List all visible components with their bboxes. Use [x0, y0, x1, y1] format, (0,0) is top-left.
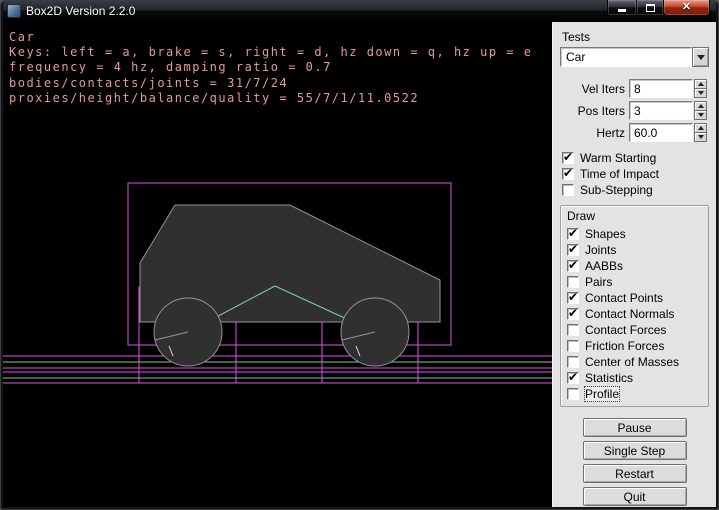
maximize-icon — [646, 4, 655, 12]
arrow-up-icon — [698, 126, 704, 130]
pos-iters-spinner-up[interactable] — [694, 101, 707, 111]
close-button[interactable]: ✕ — [664, 0, 710, 16]
vel-iters-spinner-down[interactable] — [694, 89, 707, 98]
app-window: Box2D Version 2.2.0 ✕ — [0, 0, 719, 510]
chevron-down-icon — [697, 55, 705, 60]
vel-iters-input[interactable] — [629, 79, 693, 98]
arrow-down-icon — [698, 113, 704, 117]
hertz-spinner-down[interactable] — [694, 133, 707, 142]
debug-text-proxies: proxies/height/balance/quality = 55/7/1/… — [9, 91, 419, 105]
checkbox-warm-starting[interactable]: Warm Starting — [562, 150, 709, 165]
physics-canvas[interactable]: Car Keys: left = a, brake = s, right = d… — [3, 22, 552, 507]
hertz-spinner-up[interactable] — [694, 123, 707, 133]
pos-iters-row: Pos Iters — [560, 101, 707, 120]
window-title: Box2D Version 2.2.0 — [26, 4, 135, 18]
app-icon — [7, 4, 21, 18]
checkbox-box[interactable] — [567, 388, 579, 400]
checkbox-box[interactable] — [567, 292, 579, 304]
test-select-value: Car — [560, 47, 692, 67]
checkbox-box[interactable] — [562, 184, 574, 196]
debug-text-counts: bodies/contacts/joints = 31/7/24 — [9, 76, 288, 90]
debug-text-title: Car — [9, 30, 35, 44]
pos-iters-input[interactable] — [629, 101, 693, 120]
hertz-spinner — [694, 123, 707, 142]
arrow-down-icon — [698, 91, 704, 95]
vel-iters-spinner-up[interactable] — [694, 79, 707, 89]
pause-button[interactable]: Pause — [583, 418, 687, 437]
checkbox-box[interactable] — [562, 152, 574, 164]
checkbox-label: Contact Forces — [585, 323, 666, 337]
checkbox-center-of-masses[interactable]: Center of Masses — [567, 354, 704, 369]
checkbox-time-of-impact[interactable]: Time of Impact — [562, 166, 709, 181]
checkbox-box[interactable] — [567, 244, 579, 256]
checkbox-box[interactable] — [567, 228, 579, 240]
client-area: Car Keys: left = a, brake = s, right = d… — [3, 22, 716, 507]
checkbox-label: Statistics — [585, 371, 633, 385]
arrow-up-icon — [698, 104, 704, 108]
hertz-row: Hertz — [560, 123, 707, 142]
button-stack: Pause Single Step Restart Quit — [560, 418, 709, 506]
checkbox-label: Sub-Stepping — [580, 183, 653, 197]
checkbox-label: Contact Points — [585, 291, 663, 305]
checkbox-contact-points[interactable]: Contact Points — [567, 290, 704, 305]
checkbox-profile[interactable]: Profile — [567, 386, 704, 401]
hertz-input[interactable] — [629, 123, 693, 142]
window-titlebar[interactable]: Box2D Version 2.2.0 ✕ — [3, 0, 716, 22]
close-icon: ✕ — [682, 2, 691, 13]
checkbox-shapes[interactable]: Shapes — [567, 226, 704, 241]
checkbox-box[interactable] — [567, 340, 579, 352]
arrow-up-icon — [698, 82, 704, 86]
draw-group-label: Draw — [567, 209, 704, 223]
pos-iters-label: Pos Iters — [571, 104, 625, 118]
checkbox-box[interactable] — [567, 260, 579, 272]
test-select[interactable]: Car — [560, 47, 709, 67]
checkbox-label: Friction Forces — [585, 339, 664, 353]
restart-button[interactable]: Restart — [583, 464, 687, 483]
checkbox-label: Shapes — [585, 227, 626, 241]
checkbox-box[interactable] — [567, 308, 579, 320]
checkbox-label: Profile — [585, 387, 619, 401]
checkbox-label: Contact Normals — [585, 307, 674, 321]
minimize-button[interactable] — [607, 0, 636, 16]
checkbox-contact-forces[interactable]: Contact Forces — [567, 322, 704, 337]
checkbox-pairs[interactable]: Pairs — [567, 274, 704, 289]
checkbox-label: Joints — [585, 243, 616, 257]
vel-iters-row: Vel Iters — [560, 79, 707, 98]
minimize-icon — [618, 9, 626, 12]
checkbox-box[interactable] — [567, 276, 579, 288]
vel-iters-spinner — [694, 79, 707, 98]
checkbox-friction-forces[interactable]: Friction Forces — [567, 338, 704, 353]
checkbox-label: Center of Masses — [585, 355, 679, 369]
vel-iters-label: Vel Iters — [571, 82, 625, 96]
checkbox-sub-stepping[interactable]: Sub-Stepping — [562, 182, 709, 197]
pos-iters-spinner-down[interactable] — [694, 111, 707, 120]
checkbox-aabbs[interactable]: AABBs — [567, 258, 704, 273]
checkbox-box[interactable] — [567, 356, 579, 368]
checkbox-label: Time of Impact — [580, 167, 659, 181]
quit-button[interactable]: Quit — [583, 487, 687, 506]
maximize-button[interactable] — [636, 0, 664, 16]
window-controls: ✕ — [607, 0, 710, 16]
checkbox-label: AABBs — [585, 259, 623, 273]
checkbox-label: Warm Starting — [580, 151, 656, 165]
checkbox-label: Pairs — [585, 275, 612, 289]
checkbox-box[interactable] — [567, 324, 579, 336]
control-panel: Tests Car Vel Iters Pos Iters — [552, 22, 716, 507]
pos-iters-spinner — [694, 101, 707, 120]
hertz-label: Hertz — [571, 126, 625, 140]
checkbox-joints[interactable]: Joints — [567, 242, 704, 257]
tests-label: Tests — [562, 30, 709, 44]
debug-text-keys: Keys: left = a, brake = s, right = d, hz… — [9, 45, 532, 59]
checkbox-box[interactable] — [562, 168, 574, 180]
draw-group: Draw Shapes Joints AABBs Pairs — [560, 205, 709, 407]
checkbox-statistics[interactable]: Statistics — [567, 370, 704, 385]
test-select-arrow-button[interactable] — [692, 47, 709, 67]
checkbox-contact-normals[interactable]: Contact Normals — [567, 306, 704, 321]
arrow-down-icon — [698, 135, 704, 139]
checkbox-box[interactable] — [567, 372, 579, 384]
debug-text-frequency: frequency = 4 hz, damping ratio = 0.7 — [9, 60, 332, 74]
single-step-button[interactable]: Single Step — [583, 441, 687, 460]
